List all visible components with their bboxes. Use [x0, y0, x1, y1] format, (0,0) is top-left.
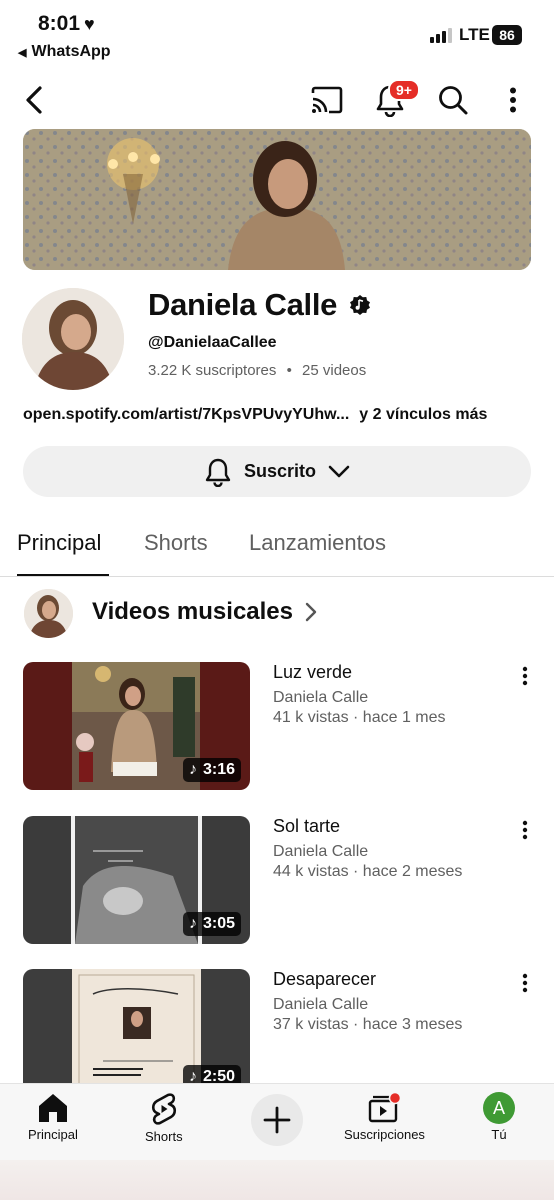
create-button[interactable] — [251, 1094, 303, 1146]
avatar-image — [22, 288, 124, 390]
network-type: LTE — [459, 25, 490, 44]
back-triangle-icon: ◀ — [18, 46, 27, 59]
channel-banner — [23, 129, 531, 270]
battery-icon: 86 — [492, 25, 522, 45]
section-title-link[interactable]: Videos musicales — [92, 598, 317, 626]
chevron-left-icon — [26, 86, 42, 114]
video-title[interactable]: Luz verde — [273, 662, 352, 683]
top-bar — [0, 76, 554, 122]
more-options-button[interactable] — [500, 80, 526, 120]
banner-image — [23, 129, 531, 270]
chevron-right-icon — [305, 602, 317, 622]
cast-button[interactable] — [308, 80, 346, 120]
video-channel: Daniela Calle — [273, 689, 369, 706]
channel-handle: @DanielaaCallee — [148, 334, 277, 351]
channel-links: open.spotify.com/artist/7KpsVPUvyYUhw...… — [23, 406, 487, 424]
video-thumbnail[interactable]: ♪ 3:16 — [23, 662, 250, 790]
plus-icon — [263, 1106, 291, 1134]
bell-icon — [205, 458, 231, 487]
video-thumbnail[interactable]: ♪ 3:05 — [23, 816, 250, 944]
music-note-icon: ♪ — [188, 915, 197, 932]
search-icon — [439, 86, 468, 115]
spotify-link[interactable]: open.spotify.com/artist/7KpsVPUvyYUhw... — [23, 406, 349, 423]
video-title[interactable]: Desaparecer — [273, 969, 376, 990]
video-menu-button[interactable] — [517, 666, 533, 686]
active-tab-indicator — [17, 574, 109, 576]
status-bar: 8:01 ♥ ◀ WhatsApp LTE 86 — [0, 0, 554, 70]
channel-name: Daniela Calle — [148, 287, 371, 323]
signal-icon — [430, 27, 452, 43]
nav-subscriptions[interactable]: Suscripciones — [344, 1092, 425, 1142]
nav-home[interactable]: Principal — [28, 1092, 78, 1142]
back-to-app-link[interactable]: ◀ WhatsApp — [18, 43, 111, 61]
video-item[interactable]: ♪ 3:16 Luz verde Daniela Calle 41 k vist… — [0, 662, 554, 792]
duration-badge: ♪ 3:16 — [182, 758, 241, 782]
notification-count-badge: 9+ — [388, 79, 420, 101]
video-meta: 41 k vistas · hace 1 mes — [273, 709, 446, 726]
video-thumbnail[interactable]: ♪ 2:50 — [23, 969, 250, 1097]
home-icon — [38, 1094, 67, 1122]
back-button[interactable] — [18, 80, 50, 120]
cast-icon — [311, 86, 343, 114]
chevron-down-icon — [328, 465, 350, 477]
shorts-icon — [151, 1093, 176, 1125]
music-note-icon: ♪ — [188, 761, 197, 778]
channel-avatar[interactable] — [22, 288, 124, 390]
video-menu-button[interactable] — [517, 973, 533, 993]
tab-shorts[interactable]: Shorts — [144, 530, 208, 556]
nav-shorts[interactable]: Shorts — [145, 1092, 183, 1144]
more-vertical-icon — [510, 87, 516, 113]
video-item[interactable]: ♪ 3:05 Sol tarte Daniela Calle 44 k vist… — [0, 816, 554, 946]
video-channel: Daniela Calle — [273, 996, 369, 1013]
nav-you[interactable]: A Tú — [483, 1092, 515, 1142]
tab-principal[interactable]: Principal — [17, 530, 101, 556]
channel-stats: 3.22 K suscriptores • 25 videos — [148, 362, 367, 379]
tab-lanzamientos[interactable]: Lanzamientos — [249, 530, 386, 556]
user-avatar: A — [483, 1092, 515, 1124]
more-vertical-icon — [522, 820, 528, 840]
home-indicator-area — [0, 1160, 554, 1200]
video-meta: 44 k vistas · hace 2 meses — [273, 863, 463, 880]
search-button[interactable] — [434, 80, 472, 120]
subscriptions-icon — [369, 1092, 402, 1123]
heart-icon: ♥ — [84, 13, 95, 34]
video-meta: 37 k vistas · hace 3 meses — [273, 1016, 463, 1033]
subscribed-button[interactable]: Suscrito — [23, 446, 531, 497]
duration-badge: ♪ 3:05 — [182, 912, 241, 936]
section-avatar — [24, 589, 73, 638]
video-item[interactable]: ♪ 2:50 Desaparecer Daniela Calle 37 k vi… — [0, 969, 554, 1099]
more-vertical-icon — [522, 973, 528, 993]
video-title[interactable]: Sol tarte — [273, 816, 340, 837]
video-menu-button[interactable] — [517, 820, 533, 840]
video-channel: Daniela Calle — [273, 843, 369, 860]
more-links[interactable]: y 2 vínculos más — [359, 406, 487, 423]
channel-tabs: Principal Shorts Lanzamientos — [0, 520, 554, 577]
more-vertical-icon — [522, 666, 528, 686]
section-avatar-image — [24, 589, 73, 638]
status-time: 8:01 ♥ — [38, 12, 95, 35]
verified-music-icon — [350, 295, 371, 315]
